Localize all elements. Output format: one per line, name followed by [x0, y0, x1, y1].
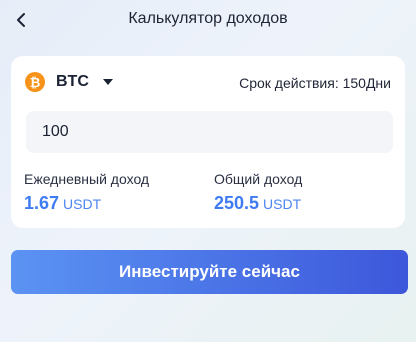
header-bar: Калькулятор доходов [0, 0, 416, 40]
page-title: Калькулятор доходов [128, 10, 288, 27]
invest-now-button[interactable]: Инвестируйте сейчас [11, 250, 408, 294]
daily-income-value: 1.67 [24, 193, 60, 213]
daily-income-row: 1.67 USDT [24, 193, 149, 214]
total-income: Общий доход 250.5 USDT [214, 171, 302, 214]
daily-income-unit: USDT [63, 196, 102, 212]
coin-symbol: BTC [56, 73, 89, 90]
calculator-card: ₿ BTC Срок действия: 150Дни Ежедневный д… [11, 56, 405, 228]
term-label: Срок действия: 150Дни [239, 75, 391, 91]
total-income-value: 250.5 [214, 193, 260, 213]
total-income-row: 250.5 USDT [214, 193, 302, 214]
coin-selector[interactable]: ₿ BTC [25, 71, 113, 93]
total-income-label: Общий доход [214, 171, 303, 187]
total-income-unit: USDT [263, 196, 302, 212]
daily-income: Ежедневный доход 1.67 USDT [24, 171, 149, 214]
daily-income-label: Ежедневный доход [24, 171, 150, 187]
bitcoin-icon: ₿ [25, 72, 45, 92]
caret-down-icon [102, 79, 113, 85]
amount-input[interactable] [26, 111, 393, 153]
